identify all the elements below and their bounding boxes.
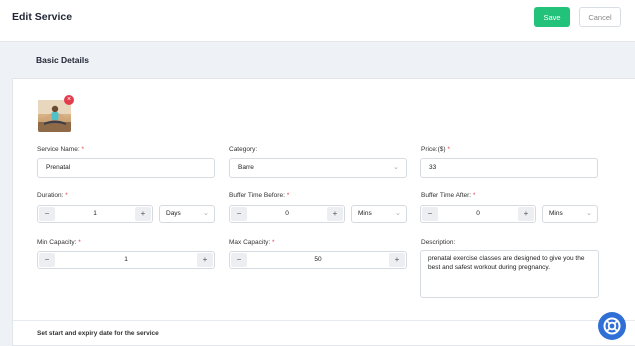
service-name-label: Service Name: *	[37, 146, 84, 153]
cancel-button[interactable]: Cancel	[579, 7, 621, 27]
service-name-input[interactable]: Prenatal	[37, 158, 215, 178]
min-capacity-label: Min Capacity: *	[37, 239, 81, 246]
price-label: Price:($) *	[421, 146, 450, 153]
top-bar: Edit Service Save Cancel	[0, 0, 635, 42]
buffer-before-increment-button[interactable]: +	[327, 207, 343, 221]
max-capacity-increment-button[interactable]: +	[389, 253, 405, 267]
description-label: Description:	[421, 239, 456, 246]
duration-value[interactable]: 1	[56, 206, 134, 222]
buffer-after-value[interactable]: 0	[439, 206, 517, 222]
chevron-down-icon: ⌄	[203, 210, 209, 217]
min-capacity-stepper[interactable]: − 1 +	[37, 251, 215, 269]
save-button[interactable]: Save	[534, 7, 570, 27]
expiry-section-label: Set start and expiry date for the servic…	[37, 330, 159, 337]
buffer-before-unit-select[interactable]: Mins ⌄	[351, 205, 407, 223]
max-capacity-label: Max Capacity: *	[229, 239, 275, 246]
section-title: Basic Details	[36, 55, 89, 65]
buffer-after-stepper[interactable]: − 0 +	[420, 205, 536, 223]
buffer-before-stepper[interactable]: − 0 +	[229, 205, 345, 223]
basic-details-card: × Service Name: * Prenatal Category: Bar…	[12, 78, 635, 346]
category-select[interactable]: Barre ⌄	[229, 158, 407, 178]
duration-increment-button[interactable]: +	[135, 207, 151, 221]
max-capacity-stepper[interactable]: − 50 +	[229, 251, 407, 269]
description-textarea[interactable]: prenatal exercise classes are designed t…	[420, 250, 599, 298]
chevron-down-icon: ⌄	[586, 210, 592, 217]
service-image	[38, 100, 71, 132]
lifebuoy-icon	[603, 317, 621, 335]
divider	[13, 320, 635, 321]
buffer-before-value[interactable]: 0	[248, 206, 326, 222]
duration-stepper[interactable]: − 1 +	[37, 205, 153, 223]
duration-decrement-button[interactable]: −	[39, 207, 55, 221]
max-capacity-decrement-button[interactable]: −	[231, 253, 247, 267]
buffer-after-label: Buffer Time After: *	[421, 192, 476, 199]
price-input[interactable]: 33	[420, 158, 598, 178]
duration-unit-select[interactable]: Days ⌄	[159, 205, 215, 223]
max-capacity-value[interactable]: 50	[248, 252, 388, 268]
min-capacity-decrement-button[interactable]: −	[39, 253, 55, 267]
remove-image-button[interactable]: ×	[64, 95, 74, 105]
chevron-down-icon: ⌄	[395, 210, 401, 217]
buffer-after-unit-select[interactable]: Mins ⌄	[542, 205, 598, 223]
buffer-after-increment-button[interactable]: +	[518, 207, 534, 221]
page-title: Edit Service	[12, 11, 73, 23]
min-capacity-increment-button[interactable]: +	[197, 253, 213, 267]
category-label: Category:	[229, 146, 258, 153]
buffer-before-label: Buffer Time Before: *	[229, 192, 290, 199]
chevron-down-icon: ⌄	[393, 164, 399, 171]
help-chat-button[interactable]	[598, 312, 626, 340]
min-capacity-value[interactable]: 1	[56, 252, 196, 268]
buffer-after-decrement-button[interactable]: −	[422, 207, 438, 221]
buffer-before-decrement-button[interactable]: −	[231, 207, 247, 221]
duration-label: Duration: *	[37, 192, 68, 199]
